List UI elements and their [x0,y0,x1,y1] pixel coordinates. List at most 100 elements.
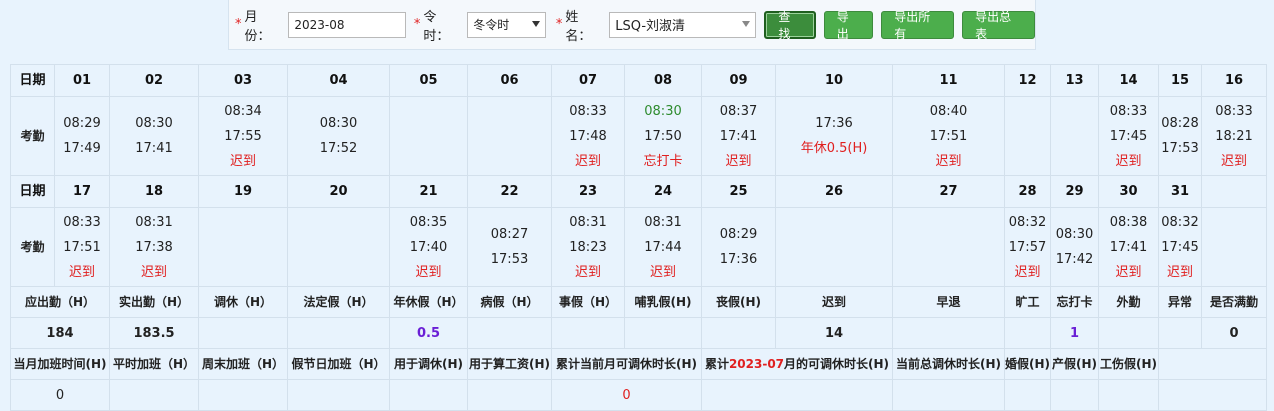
overtime-header: 周末加班（H） [198,348,288,380]
summary-value [624,317,702,349]
attendance-status: 迟到 [725,153,752,169]
day-number: 21 [389,175,468,208]
clock-in-time: 08:38 [1109,214,1148,230]
clock-out-time: 17:51 [63,239,101,255]
date-row-label: 日期 [10,175,55,208]
summary-value [1004,317,1051,349]
overtime-header: 工伤假(H) [1098,348,1159,380]
export-summary-button[interactable]: 导出总表 [962,10,1036,41]
attendance-status: 迟到 [68,264,95,280]
season-label: * 令时： [413,9,450,44]
season-select[interactable]: 冬令时 [467,11,546,38]
day-number: 06 [467,64,552,97]
day-number: 07 [551,64,625,97]
summary-header: 丧假(H) [701,286,776,318]
day-number: 20 [287,175,390,208]
attendance-row: 考勤 08:33 17:51 迟到 08:31 17:38 迟到 08:35 17:40 迟到 08… [10,207,1267,287]
clock-in-time: 08:28 [1161,116,1199,131]
summary-header: 迟到 [775,286,893,318]
clock-out-time: 17:40 [409,239,448,255]
attendance-cell [467,96,552,176]
overtime-value [287,379,390,411]
attendance-status: 迟到 [1014,264,1041,280]
summary-value [1158,317,1202,349]
overtime-value [109,379,199,411]
attendance-status: 迟到 [574,153,601,169]
clock-in-time: 08:40 [929,103,968,119]
clock-out-time: 17:45 [1109,128,1148,144]
summary-value [551,317,625,349]
summary-value: 1 [1050,317,1099,349]
overtime-header: 当月加班时间(H) [10,348,110,380]
day-number: 16 [1201,64,1267,97]
clock-out-time: 17:42 [1055,252,1094,267]
table-cell [1158,348,1267,380]
overtime-value [892,379,1005,411]
summary-value-row: 184 183.5 0.5 14 1 0 [10,317,1267,349]
clock-in-time: 08:29 [719,227,758,242]
clock-in-time: 08:30 [1055,227,1094,242]
attendance-status: 迟到 [1166,264,1193,280]
clock-in-time: 08:35 [409,214,448,230]
summary-value: 183.5 [109,317,199,349]
filter-toolbar: * 月份： 2023-08 * 令时： 冬令时 * 姓名： LSQ-刘淑清 查找 导出… [228,0,1036,50]
attendance-cell: 08:29 17:36 [701,207,776,287]
overtime-value: 0 [10,379,110,411]
month-input[interactable]: 2023-08 [288,11,406,38]
overtime-header: 用于算工资(H) [467,348,552,380]
summary-header: 年休假（H） [389,286,468,318]
name-label: * 姓名： [555,9,592,44]
clock-out-time: 17:44 [644,239,682,255]
attendance-status: 迟到 [649,264,676,280]
clock-in-time: 08:31 [135,214,173,230]
day-number: 12 [1004,64,1051,97]
overtime-value [467,379,552,411]
clock-out-time: 17:49 [63,141,101,156]
summary-header: 忘打卡 [1050,286,1099,318]
name-combobox[interactable]: LSQ-刘淑清 [609,11,757,38]
day-number: 28 [1004,175,1051,208]
attendance-status: 忘打卡 [643,153,683,169]
attendance-cell [775,207,893,287]
overtime-value [1004,379,1051,411]
overtime-value [198,379,288,411]
attendance-cell: 08:30 17:41 [109,96,199,176]
date-row-label: 日期 [10,64,55,97]
overtime-header: 用于调休(H) [389,348,468,380]
export-button[interactable]: 导出 [823,10,874,41]
export-all-button[interactable]: 导出所有 [881,10,955,41]
overtime-header-part: 累计 [704,356,729,371]
attendance-cell: 08:32 17:57 迟到 [1004,207,1051,287]
search-button[interactable]: 查找 [764,10,816,41]
clock-out-time: 18:21 [1215,128,1253,144]
day-number: 13 [1050,64,1099,97]
clock-out-time: 17:57 [1008,239,1047,255]
clock-out-time: 17:41 [1109,239,1148,255]
day-number: 08 [624,64,702,97]
overtime-header-row: 当月加班时间(H) 平时加班（H） 周末加班（H） 假节日加班（H） 用于调休(H) 用于… [10,348,1267,380]
day-number: 19 [198,175,288,208]
overtime-value [701,379,893,411]
day-number: 29 [1050,175,1099,208]
clock-in-time: 08:37 [719,103,758,119]
overtime-header: 产假(H) [1050,348,1099,380]
attendance-cell [892,207,1005,287]
summary-header: 异常 [1158,286,1202,318]
overtime-value [389,379,468,411]
attendance-cell: 08:29 17:49 [54,96,110,176]
overtime-header: 假节日加班（H） [287,348,390,380]
attendance-cell: 08:35 17:40 迟到 [389,207,468,287]
attendance-status: 迟到 [229,153,256,169]
day-number [1201,175,1267,208]
attendance-status: 迟到 [415,264,442,280]
day-number: 15 [1158,64,1202,97]
clock-in-time: 08:32 [1008,214,1047,230]
summary-header: 法定假（H） [287,286,390,318]
summary-value [892,317,1005,349]
day-number: 26 [775,175,893,208]
attendance-cell: 08:27 17:53 [467,207,552,287]
day-number: 27 [892,175,1005,208]
clock-in-time: 08:30 [319,116,358,131]
summary-header: 外勤 [1098,286,1159,318]
attendance-cell [1004,96,1051,176]
